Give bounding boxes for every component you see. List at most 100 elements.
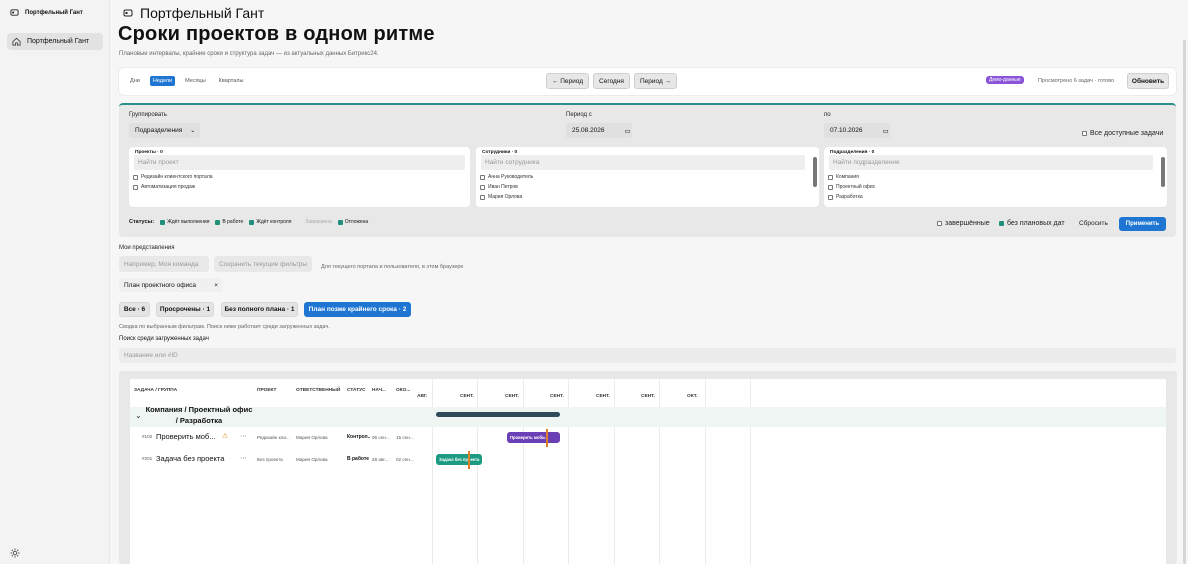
statuses-label: Статусы: bbox=[129, 219, 155, 225]
completed-toggle[interactable]: завершённые bbox=[937, 220, 990, 227]
quick-filter-all[interactable]: Все · 6 bbox=[119, 302, 150, 317]
period-from-label: Период с bbox=[566, 112, 592, 118]
timeline-label: СЕНТ. bbox=[596, 394, 610, 399]
task-search-input[interactable]: Название или #ID bbox=[119, 348, 1176, 363]
employee-checkbox[interactable] bbox=[480, 174, 485, 180]
sidebar-item-portfolio-gantt[interactable]: Портфельный Гант bbox=[7, 33, 103, 50]
department-option[interactable]: Проектный офис bbox=[828, 184, 875, 190]
more-icon[interactable]: ⋯ bbox=[240, 432, 247, 440]
status-filter-waiting[interactable]: Ждёт выполнения bbox=[160, 219, 209, 225]
task-name[interactable]: Задача без проекта bbox=[156, 454, 236, 463]
tab-months[interactable]: Месяцы bbox=[182, 76, 209, 86]
status-checkbox[interactable] bbox=[160, 219, 166, 225]
task-start: 28 авг... bbox=[372, 457, 389, 462]
saved-view-label: План проектного офиса bbox=[124, 281, 197, 289]
more-icon[interactable]: ⋯ bbox=[240, 454, 247, 462]
no-plan-toggle[interactable]: без плановых дат bbox=[999, 220, 1065, 227]
demo-badge: Демо-данные bbox=[986, 76, 1024, 84]
timeline-label: СЕНТ. bbox=[641, 394, 655, 399]
sun-icon bbox=[10, 548, 20, 558]
table-row[interactable]: #102 Проверить моб... ⚠ ⋯ Редизайн кли..… bbox=[130, 429, 1166, 447]
apply-button[interactable]: Применить bbox=[1119, 217, 1166, 231]
task-bar[interactable]: Задача без проекта bbox=[436, 454, 482, 465]
status-filter-completed[interactable]: Завершена bbox=[305, 219, 331, 225]
project-checkbox[interactable] bbox=[133, 174, 138, 180]
gantt-container: ЗАДАЧА / ГРУППА ПРОЕКТ ОТВЕТСТВЕННЫЙ СТА… bbox=[119, 371, 1177, 564]
page-scrollbar[interactable] bbox=[1183, 40, 1186, 564]
period-to-input[interactable]: 07.10.2026 ▭ bbox=[824, 123, 890, 138]
page-header: Портфельный Гант bbox=[123, 5, 264, 21]
employees-scrollbar[interactable] bbox=[813, 157, 817, 187]
department-checkbox[interactable] bbox=[828, 174, 833, 180]
departments-search-input[interactable]: Найти подразделение bbox=[829, 155, 1153, 170]
status-filter-control[interactable]: Ждёт контроля bbox=[249, 219, 291, 225]
chevron-down-icon[interactable]: ⌄ bbox=[135, 411, 142, 420]
task-name[interactable]: Проверить моб... bbox=[156, 432, 218, 441]
all-tasks-checkbox[interactable] bbox=[1082, 131, 1087, 136]
period-from-input[interactable]: 25.08.2026 ▭ bbox=[566, 123, 632, 138]
reset-button[interactable]: Сбросить bbox=[1079, 220, 1108, 227]
today-button[interactable]: Сегодня bbox=[593, 73, 630, 89]
column-header-project[interactable]: ПРОЕКТ bbox=[257, 388, 277, 393]
quick-filter-no-full-plan[interactable]: Без полного плана · 1 bbox=[221, 302, 298, 317]
departments-scrollbar[interactable] bbox=[1161, 157, 1165, 187]
department-option[interactable]: Разработка bbox=[828, 194, 863, 200]
status-checkbox[interactable] bbox=[249, 219, 255, 225]
all-tasks-toggle[interactable]: Все доступные задачи bbox=[1082, 130, 1163, 137]
project-option[interactable]: Редизайн клиентского портала bbox=[133, 174, 213, 180]
task-end: 15 сен... bbox=[396, 435, 414, 440]
task-project: Редизайн кли... bbox=[257, 435, 290, 440]
employee-option[interactable]: Анна Руководитель bbox=[480, 174, 533, 180]
status-checkbox[interactable] bbox=[215, 219, 221, 225]
saved-view-chip[interactable]: План проектного офиса × bbox=[119, 278, 223, 292]
employee-option[interactable]: Иван Петров bbox=[480, 184, 518, 190]
chevron-down-icon: ⌄ bbox=[190, 128, 196, 134]
period-from-value: 25.08.2026 bbox=[572, 127, 605, 134]
employee-checkbox[interactable] bbox=[480, 184, 485, 190]
column-header-task[interactable]: ЗАДАЧА / ГРУППА bbox=[134, 388, 177, 393]
projects-search-input[interactable]: Найти проект bbox=[134, 155, 465, 170]
project-option[interactable]: Автоматизация продаж bbox=[133, 184, 195, 190]
filters-panel: Группировать Подразделения ⌄ Период с 25… bbox=[119, 103, 1176, 237]
employee-checkbox[interactable] bbox=[480, 194, 485, 200]
task-id: #201 bbox=[142, 456, 153, 461]
column-header-start[interactable]: НАЧ... bbox=[372, 388, 386, 393]
department-option-label: Проектный офис bbox=[836, 184, 876, 190]
theme-toggle[interactable] bbox=[10, 548, 20, 560]
tab-weeks[interactable]: Недели bbox=[149, 76, 176, 86]
group-summary-bar[interactable] bbox=[436, 412, 560, 417]
status-checkbox[interactable] bbox=[337, 219, 343, 225]
calendar-icon: ▭ bbox=[624, 127, 631, 135]
employee-option[interactable]: Мария Орлова bbox=[480, 194, 522, 200]
project-checkbox[interactable] bbox=[133, 184, 138, 190]
employee-option-label: Иван Петров bbox=[488, 184, 518, 190]
view-name-input[interactable]: Например, Моя команда bbox=[119, 256, 209, 272]
tab-quarters[interactable]: Кварталы bbox=[216, 76, 247, 86]
no-plan-checkbox[interactable] bbox=[999, 221, 1004, 226]
department-option[interactable]: Компания bbox=[828, 174, 859, 180]
completed-checkbox[interactable] bbox=[937, 221, 942, 226]
tab-days[interactable]: Дни bbox=[127, 76, 143, 86]
department-checkbox[interactable] bbox=[828, 194, 833, 200]
group-select[interactable]: Подразделения ⌄ bbox=[129, 123, 200, 138]
department-checkbox[interactable] bbox=[828, 184, 833, 190]
status-filter-deferred[interactable]: Отложена bbox=[337, 219, 368, 225]
close-icon[interactable]: × bbox=[214, 282, 218, 289]
prev-period-button[interactable]: ← Период bbox=[546, 73, 589, 89]
views-title: Мои представления bbox=[119, 245, 175, 251]
status-filter-in-progress[interactable]: В работе bbox=[215, 219, 243, 225]
save-view-button[interactable]: Сохранить текущие фильтры bbox=[214, 256, 312, 272]
gantt-group-row[interactable]: ⌄ Компания / Проектный офис / Разработка bbox=[130, 405, 1166, 427]
quick-filter-plan-after-deadline[interactable]: План позже крайнего срока · 2 bbox=[304, 302, 411, 317]
task-start: 06 сен... bbox=[372, 435, 390, 440]
task-bar[interactable]: Проверить моби... bbox=[507, 432, 560, 443]
column-header-status[interactable]: СТАТУС bbox=[347, 388, 366, 393]
completed-label: завершённые bbox=[945, 220, 990, 227]
column-header-owner[interactable]: ОТВЕТСТВЕННЫЙ bbox=[296, 388, 340, 393]
quick-filter-overdue[interactable]: Просрочены · 1 bbox=[156, 302, 214, 317]
next-period-button[interactable]: Период → bbox=[634, 73, 677, 89]
employees-search-input[interactable]: Найти сотрудника bbox=[481, 155, 805, 170]
refresh-button[interactable]: Обновить bbox=[1127, 73, 1169, 89]
column-header-end[interactable]: ОКО... bbox=[396, 388, 410, 393]
table-row[interactable]: #201 Задача без проекта ⋯ Без проекта Ма… bbox=[130, 451, 1166, 469]
